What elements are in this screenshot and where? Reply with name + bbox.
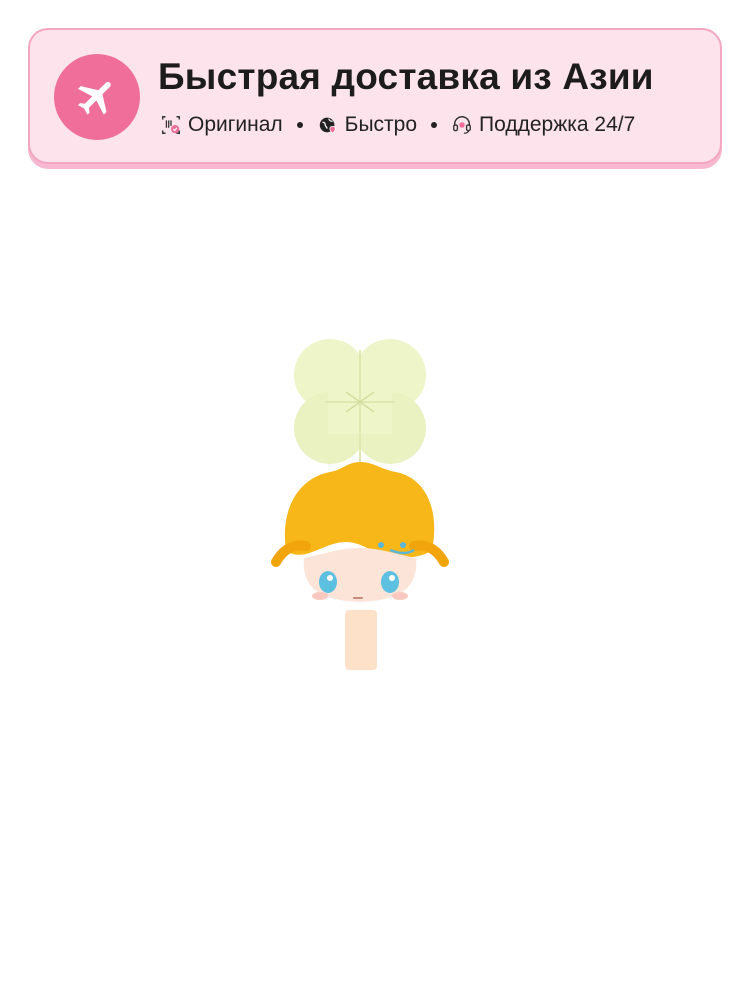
airplane-badge: [54, 54, 140, 140]
globe-icon: [319, 117, 336, 134]
separator-dot: [431, 122, 438, 128]
feature-support: Поддержка 24/7: [451, 113, 635, 137]
clover-hat: [294, 339, 426, 470]
feature-label: Быстро: [344, 113, 418, 136]
barcode-icon: [162, 116, 180, 134]
airplane-icon: [78, 81, 111, 115]
feature-label: Поддержка 24/7: [479, 113, 636, 136]
delivery-banner: Быстрая доставка из Азии Оригинал Быстро: [28, 28, 722, 164]
feature-fast: Быстро: [317, 113, 417, 137]
stick: [345, 610, 377, 670]
separator-dot: [296, 122, 303, 128]
feature-label: Оригинал: [188, 113, 283, 136]
feature-list: Оригинал Быстро Поддержка 24/7: [160, 113, 635, 137]
hair: [271, 462, 449, 567]
banner-title: Быстрая доставка из Азии: [158, 56, 654, 97]
feature-original: Оригинал: [160, 113, 283, 137]
figure-illustration: [271, 339, 449, 670]
face: [303, 548, 417, 602]
product-image: [240, 330, 480, 690]
headset-icon: [453, 116, 471, 134]
